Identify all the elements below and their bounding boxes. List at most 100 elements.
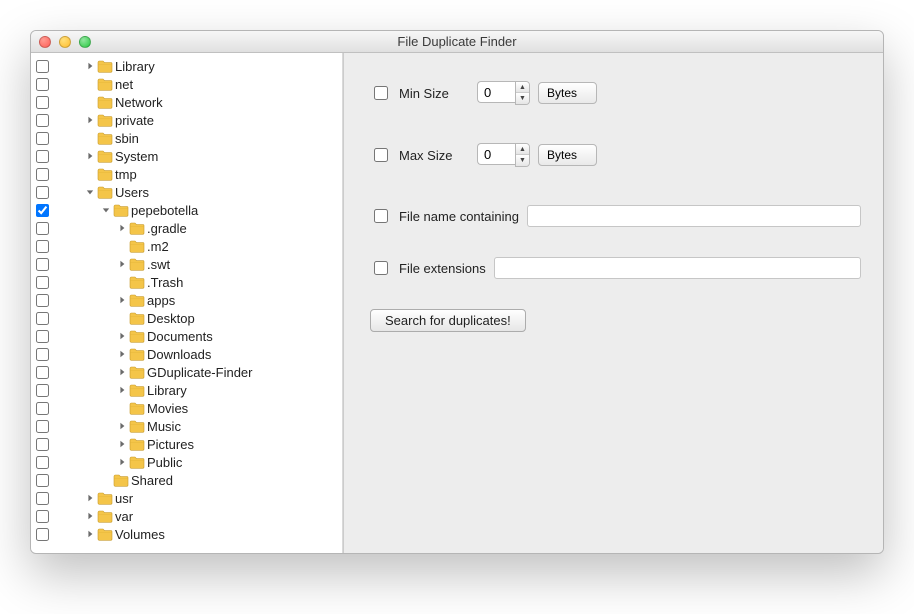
tree-row[interactable]: Downloads <box>31 345 342 363</box>
extensions-checkbox[interactable] <box>374 261 388 275</box>
tree-checkbox[interactable] <box>36 348 49 361</box>
tree-checkbox[interactable] <box>36 78 49 91</box>
disclosure-closed-icon[interactable] <box>85 152 95 160</box>
search-button[interactable]: Search for duplicates! <box>370 309 526 332</box>
max-size-checkbox[interactable] <box>374 148 388 162</box>
disclosure-closed-icon[interactable] <box>117 260 127 268</box>
min-size-checkbox[interactable] <box>374 86 388 100</box>
min-size-up[interactable]: ▲ <box>516 82 529 93</box>
tree-row[interactable]: pepebotella <box>31 201 342 219</box>
tree-row[interactable]: .Trash <box>31 273 342 291</box>
tree-row[interactable]: Public <box>31 453 342 471</box>
max-size-up[interactable]: ▲ <box>516 144 529 155</box>
disclosure-open-icon[interactable] <box>85 188 95 196</box>
tree-row[interactable]: Music <box>31 417 342 435</box>
tree-row[interactable]: Desktop <box>31 309 342 327</box>
disclosure-closed-icon[interactable] <box>117 350 127 358</box>
tree-checkbox[interactable] <box>36 150 49 163</box>
tree-item-label: var <box>115 509 133 524</box>
disclosure-closed-icon[interactable] <box>117 440 127 448</box>
tree-row[interactable]: Volumes <box>31 525 342 543</box>
tree-checkbox[interactable] <box>36 96 49 109</box>
disclosure-closed-icon[interactable] <box>85 512 95 520</box>
tree-checkbox[interactable] <box>36 438 49 451</box>
tree-item-label: .Trash <box>147 275 183 290</box>
tree-row[interactable]: System <box>31 147 342 165</box>
extensions-input[interactable] <box>494 257 861 279</box>
disclosure-closed-icon[interactable] <box>85 530 95 538</box>
disclosure-closed-icon[interactable] <box>117 296 127 304</box>
tree-checkbox[interactable] <box>36 132 49 145</box>
tree-row[interactable]: Users <box>31 183 342 201</box>
minimize-window-button[interactable] <box>59 36 71 48</box>
tree-row[interactable]: Documents <box>31 327 342 345</box>
disclosure-closed-icon[interactable] <box>117 332 127 340</box>
max-size-input[interactable] <box>477 143 515 165</box>
zoom-window-button[interactable] <box>79 36 91 48</box>
disclosure-closed-icon[interactable] <box>117 368 127 376</box>
tree-checkbox[interactable] <box>36 510 49 523</box>
min-size-input[interactable] <box>477 81 515 103</box>
min-size-stepper[interactable]: ▲ ▼ <box>515 81 530 105</box>
tree-checkbox[interactable] <box>36 294 49 307</box>
tree-row[interactable]: Library <box>31 57 342 75</box>
folder-icon <box>97 96 113 109</box>
tree-checkbox[interactable] <box>36 222 49 235</box>
tree-item-label: pepebotella <box>131 203 198 218</box>
close-window-button[interactable] <box>39 36 51 48</box>
tree-row[interactable]: Network <box>31 93 342 111</box>
tree-checkbox[interactable] <box>36 186 49 199</box>
tree-checkbox[interactable] <box>36 204 49 217</box>
tree-checkbox[interactable] <box>36 474 49 487</box>
tree-row[interactable]: sbin <box>31 129 342 147</box>
tree-row[interactable]: tmp <box>31 165 342 183</box>
tree-row[interactable]: Library <box>31 381 342 399</box>
folder-tree-panel[interactable]: LibrarynetNetworkprivatesbinSystemtmpUse… <box>31 53 343 553</box>
tree-row[interactable]: Shared <box>31 471 342 489</box>
disclosure-closed-icon[interactable] <box>117 386 127 394</box>
disclosure-closed-icon[interactable] <box>117 422 127 430</box>
tree-row[interactable]: apps <box>31 291 342 309</box>
tree-checkbox[interactable] <box>36 276 49 289</box>
tree-checkbox[interactable] <box>36 168 49 181</box>
disclosure-closed-icon[interactable] <box>85 62 95 70</box>
tree-checkbox[interactable] <box>36 240 49 253</box>
tree-row[interactable]: Movies <box>31 399 342 417</box>
disclosure-closed-icon[interactable] <box>117 458 127 466</box>
tree-item-label: Library <box>147 383 187 398</box>
tree-row[interactable]: private <box>31 111 342 129</box>
tree-row[interactable]: .gradle <box>31 219 342 237</box>
tree-row[interactable]: Pictures <box>31 435 342 453</box>
tree-row[interactable]: GDuplicate-Finder <box>31 363 342 381</box>
tree-checkbox[interactable] <box>36 528 49 541</box>
disclosure-open-icon[interactable] <box>101 206 111 214</box>
max-size-down[interactable]: ▼ <box>516 155 529 166</box>
tree-checkbox[interactable] <box>36 114 49 127</box>
filename-checkbox[interactable] <box>374 209 388 223</box>
disclosure-closed-icon[interactable] <box>117 224 127 232</box>
tree-row[interactable]: net <box>31 75 342 93</box>
tree-checkbox[interactable] <box>36 60 49 73</box>
tree-checkbox[interactable] <box>36 366 49 379</box>
min-size-unit-select[interactable]: Bytes <box>538 82 597 104</box>
folder-icon <box>129 222 145 235</box>
tree-checkbox[interactable] <box>36 420 49 433</box>
tree-checkbox[interactable] <box>36 258 49 271</box>
tree-row[interactable]: usr <box>31 489 342 507</box>
tree-checkbox[interactable] <box>36 492 49 505</box>
min-size-down[interactable]: ▼ <box>516 93 529 104</box>
tree-row[interactable]: .swt <box>31 255 342 273</box>
disclosure-closed-icon[interactable] <box>85 116 95 124</box>
tree-checkbox[interactable] <box>36 312 49 325</box>
filename-input[interactable] <box>527 205 861 227</box>
tree-row[interactable]: .m2 <box>31 237 342 255</box>
tree-checkbox[interactable] <box>36 330 49 343</box>
tree-item-label: private <box>115 113 154 128</box>
tree-checkbox[interactable] <box>36 384 49 397</box>
disclosure-closed-icon[interactable] <box>85 494 95 502</box>
max-size-unit-select[interactable]: Bytes <box>538 144 597 166</box>
tree-checkbox[interactable] <box>36 456 49 469</box>
tree-checkbox[interactable] <box>36 402 49 415</box>
max-size-stepper[interactable]: ▲ ▼ <box>515 143 530 167</box>
tree-row[interactable]: var <box>31 507 342 525</box>
